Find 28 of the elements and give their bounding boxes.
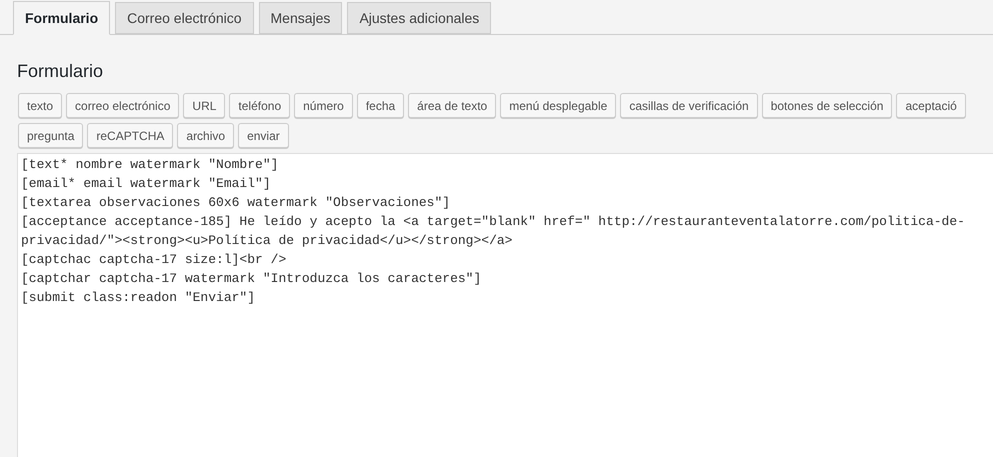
section-heading: Formulario bbox=[17, 60, 104, 83]
tag-button[interactable]: casillas de verificación bbox=[620, 93, 758, 118]
code-line: [text* nombre watermark "Nombre"] bbox=[21, 156, 280, 174]
tag-button[interactable]: reCAPTCHA bbox=[87, 123, 174, 148]
tab[interactable]: Correo electrónico bbox=[115, 2, 254, 34]
tag-button[interactable]: URL bbox=[183, 93, 226, 118]
tab[interactable]: Mensajes bbox=[258, 2, 342, 34]
tag-button[interactable]: teléfono bbox=[229, 93, 290, 118]
code-line: [email* email watermark "Email"] bbox=[21, 175, 272, 193]
tag-button[interactable]: pregunta bbox=[18, 123, 84, 148]
tab[interactable]: Ajustes adicionales bbox=[347, 2, 492, 34]
tag-button[interactable]: botones de selección bbox=[762, 93, 892, 118]
tag-button[interactable]: menú desplegable bbox=[500, 93, 616, 118]
code-line: [captchac captcha-17 size:l]<br /> bbox=[21, 251, 288, 269]
tag-button[interactable]: enviar bbox=[238, 123, 289, 148]
tag-button[interactable]: texto bbox=[18, 93, 62, 118]
tag-button[interactable]: fecha bbox=[356, 93, 404, 118]
tab[interactable]: Formulario bbox=[13, 1, 110, 35]
tag-button[interactable]: área de texto bbox=[408, 93, 496, 118]
code-editor[interactable] bbox=[17, 153, 993, 457]
tag-button[interactable]: aceptació bbox=[896, 93, 966, 118]
code-line: [submit class:readon "Enviar"] bbox=[21, 289, 256, 307]
tag-button[interactable]: correo electrónico bbox=[66, 93, 180, 118]
tag-button[interactable]: archivo bbox=[177, 123, 234, 148]
code-line: [captchar captcha-17 watermark "Introduzca los caracteres"] bbox=[21, 270, 482, 288]
code-line: [acceptance acceptance-185] He leído y acepto la <a target="blank" href=" http://restauranteventalatorre.com/politica-de-privacidad/"><strong><u>Política de privacidad</u></strong></a> bbox=[21, 213, 966, 250]
code-line: [textarea observaciones 60x6 watermark "Observaciones"] bbox=[21, 194, 452, 212]
tag-button[interactable]: número bbox=[294, 93, 353, 118]
